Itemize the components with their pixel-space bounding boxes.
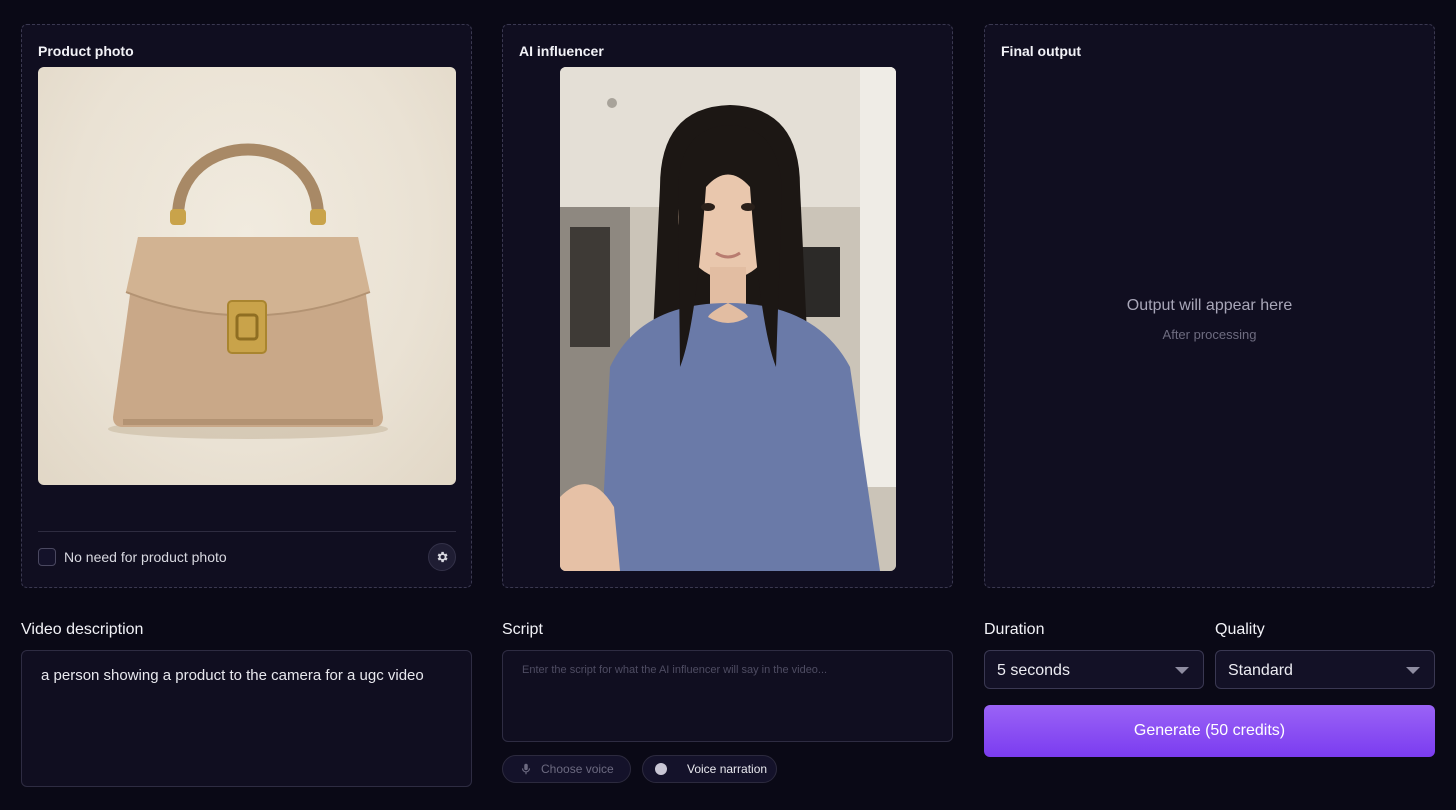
no-product-photo-label: No need for product photo <box>64 549 227 565</box>
video-description-value: a person showing a product to the camera… <box>41 667 424 684</box>
output-placeholder: Output will appear here <box>1126 297 1293 314</box>
influencer-image[interactable] <box>560 67 896 571</box>
ai-influencer-panel: AI influencer <box>502 24 953 588</box>
choose-voice-label: Choose voice <box>541 762 614 776</box>
final-output-panel: Final output Output will appear here Aft… <box>984 24 1435 588</box>
handbag-illustration <box>108 143 388 439</box>
no-product-photo-checkbox[interactable] <box>38 548 56 566</box>
microphone-icon <box>521 763 531 775</box>
gear-icon <box>437 551 448 563</box>
chevron-down-icon <box>1406 667 1420 674</box>
divider <box>38 531 456 532</box>
product-photo-panel: Product photo No need for product photo <box>21 24 472 588</box>
video-description-input[interactable]: a person showing a product to the camera… <box>21 650 472 787</box>
final-output-title: Final output <box>1001 43 1082 59</box>
ai-influencer-title: AI influencer <box>519 43 604 59</box>
output-subtext: After processing <box>1162 327 1257 342</box>
product-photo-title: Product photo <box>38 43 134 59</box>
duration-label: Duration <box>984 621 1045 638</box>
video-description-label: Video description <box>21 621 144 638</box>
voice-narration-toggle[interactable]: Voice narration <box>642 755 777 783</box>
quality-select[interactable]: Standard <box>1215 650 1435 689</box>
generate-button[interactable]: Generate (50 credits) <box>984 705 1435 757</box>
product-image[interactable] <box>38 67 456 485</box>
quality-label: Quality <box>1215 621 1265 638</box>
toggle-knob <box>655 763 667 775</box>
voice-narration-label: Voice narration <box>687 762 768 776</box>
script-input[interactable]: Enter the script for what the AI influen… <box>502 650 953 742</box>
chevron-down-icon <box>1175 667 1189 674</box>
script-label: Script <box>502 621 543 638</box>
choose-voice-button[interactable]: Choose voice <box>502 755 631 783</box>
influencer-illustration <box>560 67 896 571</box>
settings-button[interactable] <box>428 543 456 571</box>
quality-value: Standard <box>1228 662 1293 679</box>
duration-select[interactable]: 5 seconds <box>984 650 1204 689</box>
script-placeholder: Enter the script for what the AI influen… <box>522 664 828 676</box>
duration-value: 5 seconds <box>997 662 1070 679</box>
